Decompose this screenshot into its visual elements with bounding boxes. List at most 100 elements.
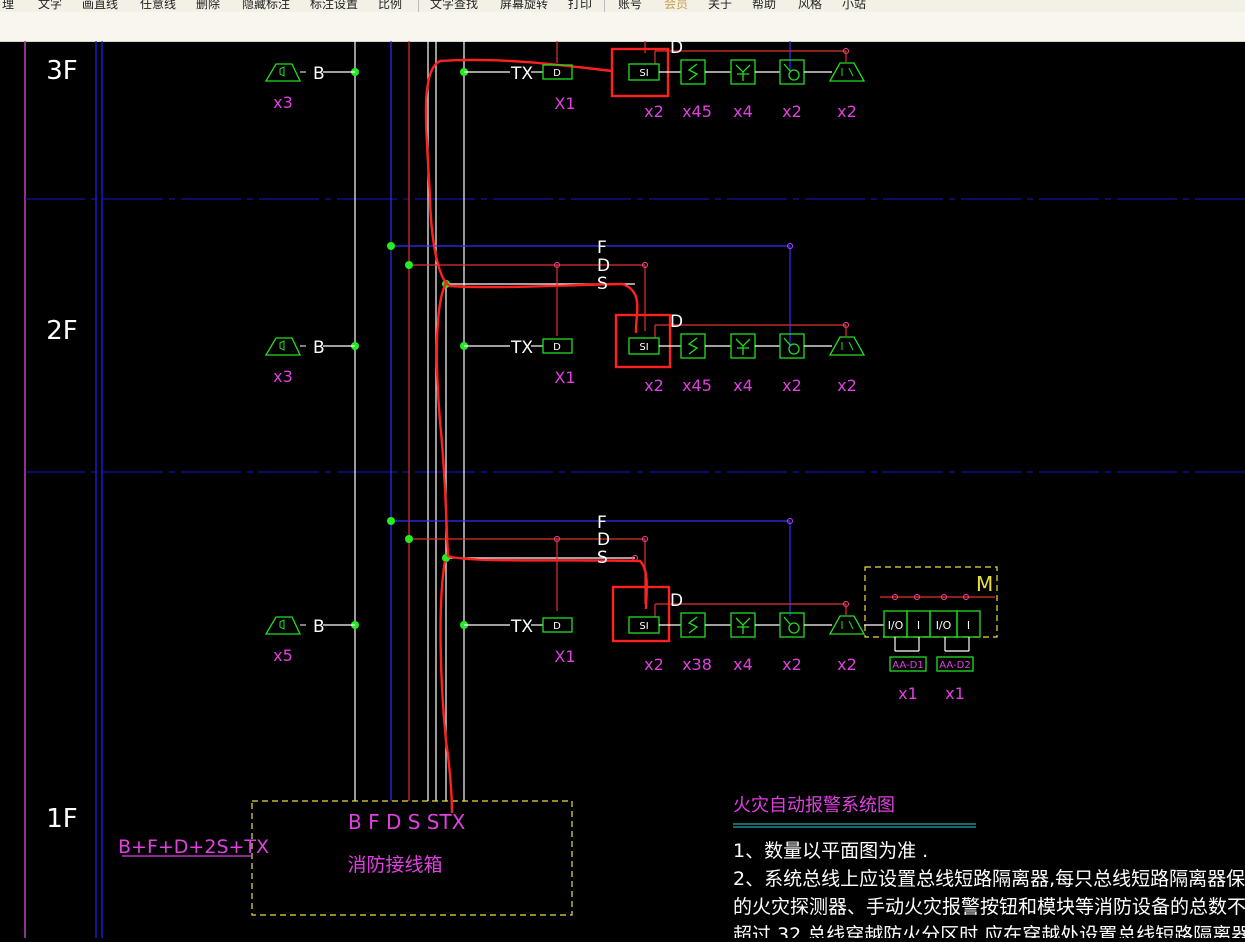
module-count: X1: [554, 647, 575, 666]
bus-tx-label: TX: [510, 338, 533, 358]
fire-alarm-system-diagram: 3F Bx3TX DX1DSIx2 x45 x4 x2 x22FBx3TX DX1DSIx2 x…: [24, 38, 1245, 942]
floor-label: 3F: [46, 56, 78, 86]
speaker-cone: [279, 340, 285, 351]
device-count: x2: [782, 376, 802, 395]
menu-item-9[interactable]: 屏幕旋转: [500, 0, 548, 12]
isolator-count: x2: [644, 376, 664, 395]
floor-2f: 2F Bx3 TX D X1 D SI x2 x45 x4 x2 x2: [46, 312, 866, 395]
isolator-count: x2: [644, 102, 664, 121]
device-count: x2: [782, 102, 802, 121]
menu-item-14[interactable]: 帮助: [752, 0, 776, 12]
cabinet-name: 消防接线箱: [347, 854, 442, 876]
module-count: X1: [554, 94, 575, 113]
menu-item-15[interactable]: 风格: [798, 0, 822, 12]
speaker-count: x3: [273, 367, 293, 386]
device-count: x45: [682, 376, 712, 395]
notes-line-3: 的火灾探测器、手动火灾报警按钮和模块等消防设备的总数不应: [733, 896, 1245, 918]
device-count: x45: [682, 102, 712, 121]
device-count: x2: [782, 655, 802, 674]
bus-d-label: D: [597, 256, 610, 276]
menu-item-6[interactable]: 标注设置: [310, 0, 358, 12]
menu-item-12[interactable]: 会员: [664, 0, 688, 12]
cad-drawing-canvas[interactable]: 3F Bx3 TX D X1 D SI x2 x45 x4 x2 x2 2F Bx3 TX D X1 D SI x2 x…: [0, 38, 1245, 942]
sounder-strobe-icon: [828, 62, 866, 82]
device-count: x4: [733, 655, 753, 674]
bus-d-label: D: [597, 530, 610, 550]
device-count: x38: [682, 655, 712, 674]
menu-item-3[interactable]: 任意线: [140, 0, 176, 12]
bus-b-label: B: [313, 338, 325, 358]
io-cell-label: I: [917, 619, 920, 632]
menu-item-11[interactable]: 账号: [618, 0, 642, 12]
bus-d-label: D: [670, 41, 683, 58]
speaker-count: x3: [273, 93, 293, 112]
tx-module-symbol: D: [553, 342, 561, 353]
branch-2f: [391, 243, 793, 346]
bus-s-label: S: [597, 274, 608, 294]
menu-item-10[interactable]: 打印: [568, 0, 592, 12]
floor-3f: 3F Bx3 TX D X1 D SI x2 x45 x4 x2 x2: [46, 38, 866, 121]
io-cell-label: I/O: [936, 619, 952, 632]
notes-line-2: 2、系统总线上应设置总线短路隔离器,每只总线短路隔离器保护: [733, 868, 1245, 890]
module-box-label: M: [976, 572, 993, 596]
menu-item-1[interactable]: 文字: [38, 0, 62, 12]
device-count: x4: [733, 376, 753, 395]
branch-1f: [391, 518, 995, 616]
output-device-tag: AA-D1: [892, 660, 923, 671]
menu-item-13[interactable]: 关于: [708, 0, 732, 12]
device-count: x2: [837, 102, 857, 121]
menu-item-0[interactable]: 理: [2, 0, 14, 12]
output-device-tag: AA-D2: [939, 660, 970, 671]
toolbar-strip: [0, 12, 1245, 42]
bus-f-label: F: [597, 238, 607, 258]
notes-line-4: 超过 32 总线穿越防火分区时 应在穿越处设置总线短路隔离器: [733, 924, 1245, 938]
cabinet-bus-label: B F D S STX: [348, 810, 466, 834]
bus-tx-label: TX: [510, 64, 533, 84]
device-count: x4: [733, 102, 753, 121]
module-count: X1: [554, 368, 575, 387]
notes-line-1: 1、数量以平面图为准 .: [733, 840, 928, 862]
menu-item-4[interactable]: 删除: [196, 0, 220, 12]
notes-title: 火灾自动报警系统图: [733, 795, 895, 816]
bus-b-label: B: [313, 617, 325, 637]
sounder-strobe-icon: [828, 615, 866, 635]
io-module-group: M I/O I I/O I AA-D1 x1 AA-D2 x1: [864, 572, 993, 703]
io-cell-label: I/O: [888, 619, 904, 632]
annotation-box: [614, 313, 672, 369]
output-device-count: x1: [945, 684, 965, 703]
tx-module-symbol: D: [553, 621, 561, 632]
riser-formula: B+F+D+2S+TX: [118, 836, 269, 858]
output-device-count: x1: [898, 684, 918, 703]
menu-item-8[interactable]: 文字查找: [430, 0, 478, 12]
speaker-count: x5: [273, 646, 293, 665]
floor-label: 2F: [46, 316, 78, 346]
device-count: x2: [837, 655, 857, 674]
speaker-icon: [264, 616, 302, 635]
menu-separator: [418, 0, 419, 12]
menu-item-2[interactable]: 画直线: [82, 0, 118, 12]
sounder-strobe-icon: [828, 336, 866, 356]
menu-item-5[interactable]: 隐藏标注: [242, 0, 290, 12]
speaker-icon: [264, 337, 302, 356]
bus-d-label: D: [670, 312, 683, 332]
device-count: x2: [837, 376, 857, 395]
isolator-symbol: SI: [639, 621, 648, 632]
menu-bar: 理 文字 画直线 任意线 删除 隐藏标注 标注设置 比例 文字查找 屏幕旋转 打印 账号 会员 关于 帮助 风…: [0, 0, 1245, 12]
bus-tx-label: TX: [510, 617, 533, 637]
isolator-count: x2: [644, 655, 664, 674]
io-cell-label: I: [967, 619, 970, 632]
speaker-cone: [279, 619, 285, 630]
menu-item-7[interactable]: 比例: [378, 0, 402, 12]
bus-s-label: S: [597, 548, 608, 568]
speaker-cone: [279, 66, 285, 77]
isolator-symbol: SI: [639, 342, 648, 353]
menu-separator: [604, 0, 605, 12]
speaker-icon: [264, 63, 302, 82]
bus-b-label: B: [313, 64, 325, 84]
tx-module-symbol: D: [553, 68, 561, 79]
isolator-symbol: SI: [639, 68, 648, 79]
annotation-stroke: [424, 58, 648, 814]
floor-label: 1F: [46, 804, 78, 834]
menu-item-16[interactable]: 小站: [842, 0, 866, 12]
bus-d-label: D: [670, 591, 683, 611]
